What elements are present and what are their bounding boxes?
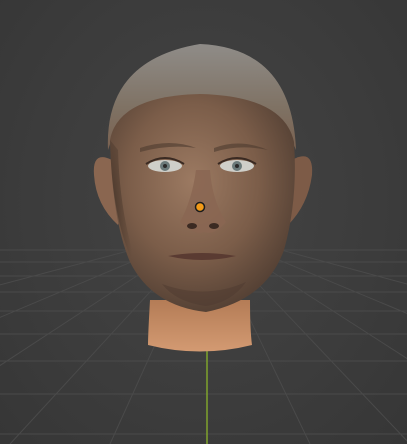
object-origin-icon[interactable] xyxy=(194,201,206,213)
head-mesh[interactable] xyxy=(93,44,313,352)
viewport-canvas[interactable] xyxy=(0,0,407,444)
3d-viewport[interactable] xyxy=(0,0,407,444)
